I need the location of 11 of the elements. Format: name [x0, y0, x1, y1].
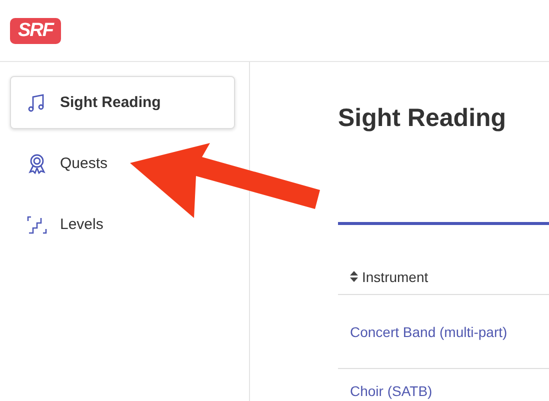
instrument-link[interactable]: Choir (SATB): [350, 383, 432, 399]
page-title: Sight Reading: [338, 104, 508, 134]
steps-icon: [26, 214, 48, 236]
sort-icon: [350, 271, 358, 282]
sidebar-item[interactable]: Sight Reading: [10, 76, 235, 129]
logo[interactable]: SRF: [10, 18, 61, 44]
sidebar-item[interactable]: Levels: [10, 198, 114, 251]
award-ribbon-icon: [26, 152, 48, 174]
sidebar-item[interactable]: Quests: [10, 137, 119, 190]
column-header[interactable]: Instrument: [350, 268, 428, 284]
instrument-link[interactable]: Concert Band (multi-part): [350, 324, 508, 340]
